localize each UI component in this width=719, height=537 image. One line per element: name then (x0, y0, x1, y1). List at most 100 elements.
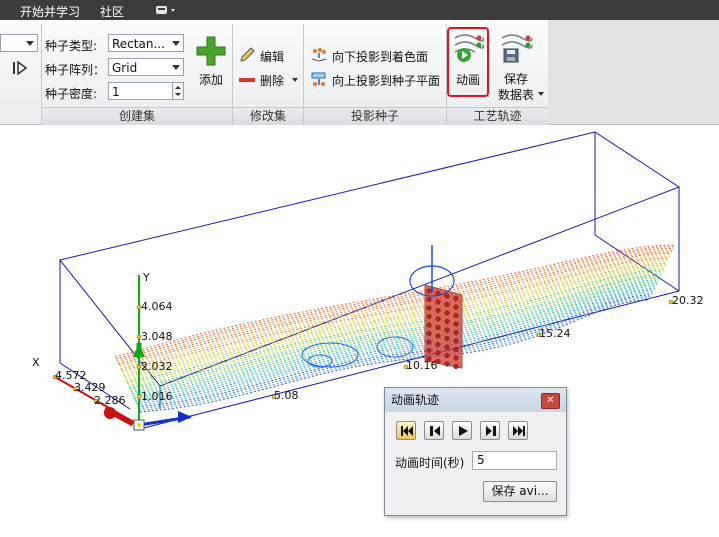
tab-get-started[interactable]: 开始并学习 (20, 3, 80, 20)
seed-density-value: 1 (112, 85, 120, 99)
seed-point (444, 293, 450, 299)
project-down-button[interactable]: 向下投影到着色面 (310, 47, 438, 65)
partial-combo[interactable] (0, 34, 38, 52)
axis-y-label: Y (142, 271, 150, 284)
animate-button[interactable]: 动画 (449, 29, 487, 95)
seed-point (444, 352, 450, 359)
chevron-down-icon (172, 41, 180, 46)
spin-arrows-icon[interactable] (172, 83, 183, 99)
seed-point (426, 347, 432, 354)
chevron-down-icon (172, 65, 180, 70)
minus-icon (238, 74, 256, 88)
streamline (121, 259, 669, 373)
fast-forward-icon (513, 426, 525, 436)
pencil-icon (238, 47, 256, 66)
group-label-modify-set: 修改集 (233, 107, 303, 125)
seed-array-label: 种子阵列： (45, 63, 106, 77)
step-forward-icon (486, 426, 496, 436)
streamline (115, 246, 675, 360)
play-button[interactable] (452, 421, 472, 440)
streamline (127, 271, 663, 385)
graphics-viewport[interactable]: Y X 4.064 3.048 2.032 1.016 4.572 3.429 … (0, 125, 719, 534)
delete-button[interactable]: 删除 (238, 71, 300, 89)
save-label-2: 数据表 (498, 88, 535, 102)
seed-point (426, 339, 432, 345)
streamline (135, 289, 655, 403)
animate-label: 动画 (456, 73, 481, 87)
step-back-button[interactable] (424, 421, 444, 440)
seed-point (444, 301, 450, 308)
streamline (127, 272, 663, 386)
fast-forward-button[interactable] (508, 421, 528, 440)
tab-community[interactable]: 社区 (100, 3, 124, 20)
seed-point (444, 310, 450, 316)
seed-density-label: 种子密度: (45, 87, 98, 101)
z-tick-label: 5.08 (274, 389, 299, 402)
seed-point (453, 329, 459, 336)
seed-density-stepper[interactable]: 1 (108, 82, 184, 100)
seed-point (435, 333, 441, 339)
edit-button[interactable]: 编辑 (238, 47, 298, 65)
quick-access-dropdown-icon[interactable] (155, 4, 177, 16)
group-label-trajectory: 工艺轨迹 (447, 107, 548, 125)
seed-point (453, 304, 459, 310)
streamline (130, 277, 660, 391)
add-label: 添加 (199, 73, 224, 87)
seed-type-value: Rectan... (112, 37, 165, 51)
save-data-table-button[interactable]: 保存 数据表 (494, 29, 544, 102)
step-back-icon (430, 426, 440, 436)
x-tick-label: 3.429 (74, 381, 106, 394)
seed-point (444, 344, 450, 350)
animation-time-input[interactable]: 5 (472, 451, 557, 470)
save-avi-button[interactable]: 保存 avi... (483, 481, 557, 502)
y-tick-label: 3.048 (141, 330, 173, 343)
recirculation-loop (307, 354, 333, 368)
seed-point (426, 313, 432, 320)
z-tick-label: 20.32 (672, 294, 704, 307)
seed-type-select[interactable]: Rectan... (108, 34, 184, 52)
project-up-button[interactable]: 向上投影到种子平面 (310, 71, 442, 89)
x-tick-label: 2.286 (94, 394, 126, 407)
y-tick-label: 4.064 (141, 300, 173, 313)
seed-array-value: Grid (112, 61, 138, 75)
axis-x-label: X (32, 356, 40, 369)
save-table-icon (500, 32, 534, 67)
seed-point (435, 307, 441, 314)
seed-point (453, 312, 459, 319)
panel-toggle-icon[interactable] (12, 60, 30, 79)
menu-bar: 开始并学习 社区 (0, 0, 719, 20)
add-button[interactable]: 添加 (193, 33, 229, 93)
plus-icon (195, 35, 227, 70)
seed-point (435, 324, 441, 331)
streamline (133, 286, 657, 400)
seed-point (435, 341, 441, 348)
seed-point (435, 316, 441, 322)
streamline (128, 274, 662, 388)
seed-array-select[interactable]: Grid (108, 58, 184, 76)
edit-label: 编辑 (260, 50, 285, 64)
streamline (129, 276, 661, 390)
animate-trajectory-dialog: 动画轨迹 ✕ 动画时间(秒) 5 保存 avi... (384, 387, 567, 516)
animation-time-label: 动画时间(秒) (395, 456, 465, 470)
seed-type-label: 种子类型: (45, 39, 98, 53)
seed-point (426, 322, 432, 328)
animate-icon (453, 32, 485, 67)
seed-point (453, 355, 459, 361)
ribbon-empty-area (548, 20, 719, 124)
flow-trajectory-scene: Y X 4.064 3.048 2.032 1.016 4.572 3.429 … (32, 131, 704, 431)
step-forward-button[interactable] (480, 421, 500, 440)
skip-back-icon (401, 426, 413, 436)
chevron-down-icon (292, 78, 298, 82)
streamline (134, 287, 656, 401)
seed-point (444, 318, 450, 325)
chevron-down-icon (26, 41, 34, 46)
project-up-icon (310, 71, 328, 90)
seed-point (453, 295, 459, 302)
rewind-to-start-button[interactable] (396, 421, 416, 440)
project-down-icon (310, 47, 328, 66)
seed-point (453, 363, 459, 370)
seed-point (435, 299, 441, 305)
close-icon[interactable]: ✕ (541, 393, 560, 409)
seed-point (444, 361, 450, 367)
y-tick-label: 2.032 (141, 360, 173, 373)
